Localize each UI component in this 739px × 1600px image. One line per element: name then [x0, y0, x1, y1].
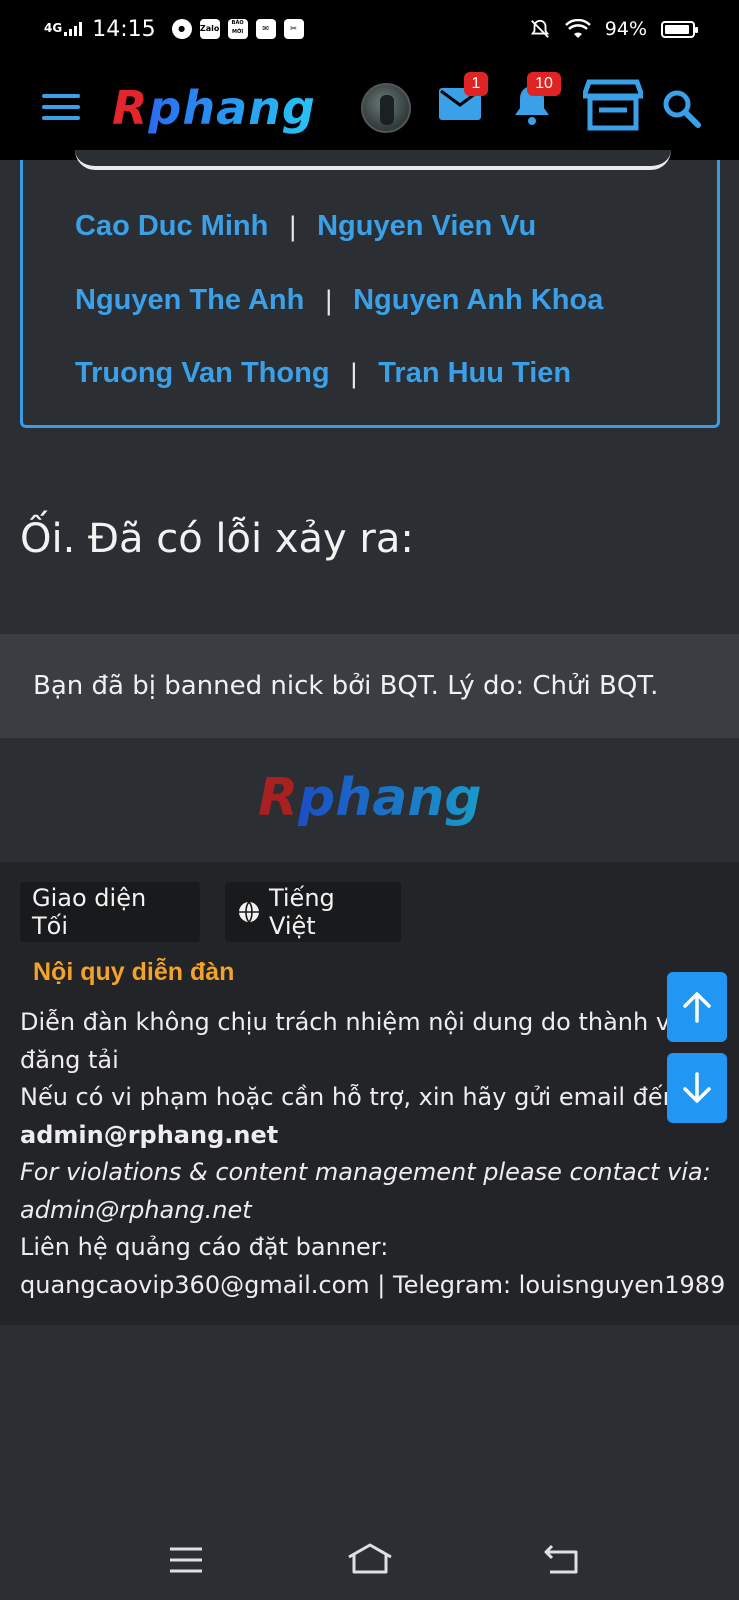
arrow-down-icon [683, 1072, 711, 1103]
arrow-up-icon [683, 992, 711, 1023]
bell-off-icon [530, 19, 549, 38]
notification-count-badge: 10 [527, 72, 561, 96]
footer: Giao diện Tối Tiếng Việt Nội quy diễn đà… [0, 862, 739, 1325]
baomoi-icon: BÁO MỚI [227, 19, 248, 39]
separator: | [288, 211, 298, 242]
home-icon[interactable] [346, 1542, 394, 1574]
globe-icon [238, 901, 259, 923]
disclaimer-line: đăng tải [20, 1045, 119, 1074]
site-header: Rphang [0, 58, 739, 160]
battery-percent: 94% [604, 18, 647, 40]
store-icon[interactable] [583, 78, 643, 132]
error-message: Bạn đã bị banned nick bởi BQT. Lý do: Ch… [33, 671, 659, 701]
footer-text: Diễn đàn không chịu trách nhiệm nội dung… [20, 1004, 726, 1304]
admin-email[interactable]: admin@rphang.net [20, 1117, 720, 1155]
separator: | [324, 285, 334, 316]
recent-apps-icon[interactable] [168, 1546, 204, 1574]
theme-toggle-button[interactable]: Giao diện Tối [20, 882, 200, 942]
member-list-panel: Cao Duc Minh | Nguyen Vien Vu Nguyen The… [20, 150, 720, 428]
back-icon[interactable] [544, 1542, 580, 1574]
status-bar: 4G 14:15 ● Zalo BÁO MỚI ✉ ✂ 94% [0, 0, 739, 58]
message-count-badge: 1 [464, 72, 488, 96]
network-type: 4G [44, 21, 63, 35]
search-icon[interactable] [661, 88, 701, 128]
error-message-box: Bạn đã bị banned nick bởi BQT. Lý do: Ch… [0, 634, 739, 738]
chrome-icon: ● [171, 19, 192, 39]
disclaimer-line: Diễn đàn không chịu trách nhiệm nội dung… [20, 1008, 707, 1036]
violations-line: For violations & content management plea… [20, 1158, 711, 1186]
member-link[interactable]: Nguyen Vien Vu [317, 210, 536, 243]
system-navigation-bar [0, 1520, 739, 1600]
theme-toggle-label: Giao diện Tối [32, 884, 147, 940]
member-row: Cao Duc Minh | Nguyen Vien Vu [75, 210, 536, 243]
member-link[interactable]: Nguyen Anh Khoa [353, 284, 603, 317]
member-link[interactable]: Truong Van Thong [75, 357, 330, 390]
member-row: Truong Van Thong | Tran Huu Tien [75, 357, 571, 390]
footer-logo[interactable]: Rphang [258, 768, 482, 828]
menu-icon[interactable] [42, 94, 80, 120]
member-link[interactable]: Tran Huu Tien [378, 357, 571, 390]
admin-email-italic[interactable]: admin@rphang.net [20, 1192, 720, 1230]
member-link[interactable]: Nguyen The Anh [75, 284, 304, 317]
wifi-icon [564, 19, 591, 38]
member-row: Nguyen The Anh | Nguyen Anh Khoa [75, 284, 603, 317]
ads-contact-details: quangcaovip360@gmail.com | Telegram: lou… [20, 1270, 726, 1299]
ads-contact-line: Liên hệ quảng cáo đặt banner: [20, 1233, 389, 1261]
language-label: Tiếng Việt [268, 884, 335, 940]
member-link[interactable]: Cao Duc Minh [75, 210, 268, 243]
battery-icon [661, 20, 698, 38]
separator: | [349, 358, 359, 389]
scroll-to-bottom-button[interactable] [667, 1053, 727, 1123]
panel-divider [75, 150, 671, 170]
signal-icon: 4G [44, 21, 83, 36]
mail-icon: ✉ [255, 19, 276, 39]
avatar[interactable] [361, 83, 411, 133]
capcut-icon: ✂ [283, 19, 304, 39]
zalo-icon: Zalo [199, 19, 220, 39]
contact-line: Nếu có vi phạm hoặc cần hỗ trợ, xin hãy … [20, 1083, 686, 1111]
clock: 14:15 [92, 16, 156, 42]
scroll-to-top-button[interactable] [667, 972, 727, 1042]
error-title: Ối. Đã có lỗi xảy ra: [20, 516, 414, 562]
site-logo[interactable]: Rphang [112, 78, 316, 138]
forum-rules-link[interactable]: Nội quy diễn đàn [33, 958, 234, 987]
language-button[interactable]: Tiếng Việt [225, 882, 401, 942]
